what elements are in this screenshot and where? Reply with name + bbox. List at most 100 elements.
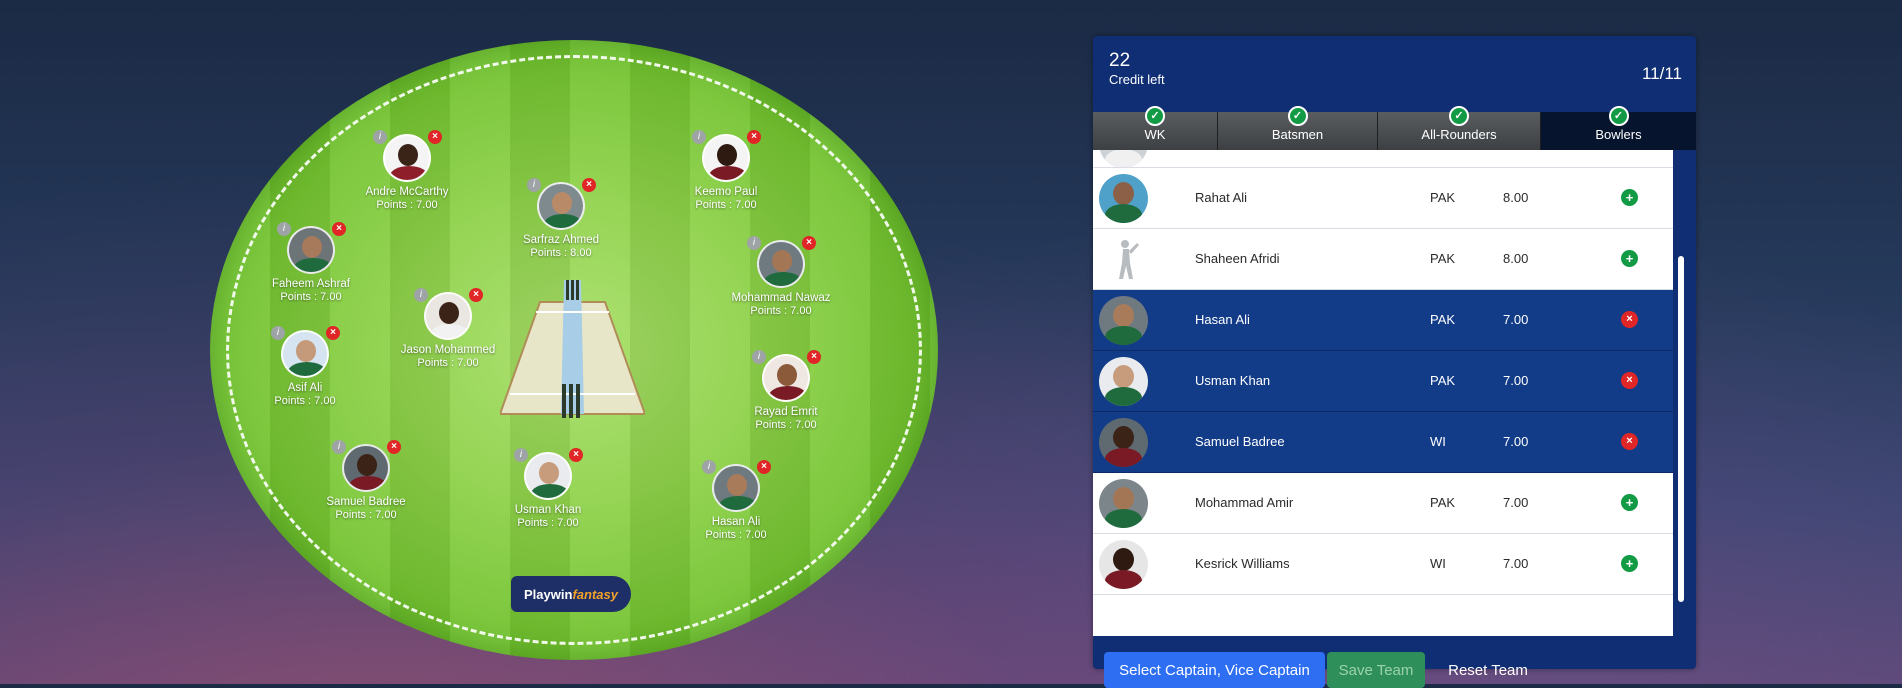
info-icon[interactable]: i (702, 460, 716, 474)
bowler-list: Rahat Ali PAK 8.00 + Shaheen Afridi PAK … (1093, 150, 1673, 636)
info-icon[interactable]: i (514, 448, 528, 462)
player-name: Rahat Ali (1195, 190, 1248, 205)
remove-icon[interactable]: × (469, 288, 483, 302)
role-tabs: ✓ WK ✓ Batsmen ✓ All-Rounders ✓ Bowlers (1093, 106, 1696, 150)
info-icon[interactable]: i (527, 178, 541, 192)
add-player-icon[interactable]: + (1621, 250, 1638, 267)
info-icon[interactable]: i (747, 236, 761, 250)
tab-wk[interactable]: ✓ WK (1093, 106, 1218, 150)
player-avatar (524, 452, 572, 500)
remove-player-icon[interactable]: × (1621, 433, 1638, 450)
remove-player-icon[interactable]: × (1621, 311, 1638, 328)
info-icon[interactable]: i (332, 440, 346, 454)
player-name: Shaheen Afridi (1195, 251, 1280, 266)
check-icon: ✓ (1449, 106, 1469, 126)
tab-label: Batsmen (1271, 127, 1324, 142)
field-player[interactable]: i × Asif Ali Points : 7.00 (235, 326, 375, 408)
tab-label: WK (1144, 127, 1166, 142)
list-item-partial (1093, 150, 1673, 168)
field-player[interactable]: i × Jason Mohammed Points : 7.00 (378, 288, 518, 370)
player-points: Points : 7.00 (755, 419, 817, 431)
player-points: Points : 7.00 (517, 517, 579, 529)
player-name: Usman Khan (514, 504, 582, 516)
player-team: PAK (1430, 373, 1456, 388)
remove-icon[interactable]: × (757, 460, 771, 474)
remove-icon[interactable]: × (387, 440, 401, 454)
player-avatar (1099, 150, 1148, 167)
remove-icon[interactable]: × (428, 130, 442, 144)
reset-team-button[interactable]: Reset Team (1433, 652, 1543, 688)
player-avatar (1099, 174, 1148, 223)
player-team: PAK (1430, 312, 1456, 327)
remove-player-icon[interactable]: × (1621, 372, 1638, 389)
player-points: Points : 7.00 (280, 291, 342, 303)
list-item[interactable]: Kesrick Williams WI 7.00 + (1093, 534, 1673, 595)
player-name: Sarfraz Ahmed (522, 234, 600, 246)
player-name: Rayad Emrit (754, 406, 818, 418)
player-team: PAK (1430, 251, 1456, 266)
add-player-icon[interactable]: + (1621, 189, 1638, 206)
check-icon: ✓ (1145, 106, 1165, 126)
list-item[interactable]: Mohammad Amir PAK 7.00 + (1093, 473, 1673, 534)
player-avatar (1099, 296, 1148, 345)
player-team: PAK (1430, 190, 1456, 205)
field-player[interactable]: i × Hasan Ali Points : 7.00 (666, 460, 806, 542)
field-player[interactable]: i × Faheem Ashraf Points : 7.00 (241, 222, 381, 304)
scrollbar-thumb[interactable] (1678, 256, 1684, 602)
list-item[interactable]: Samuel Badree WI 7.00 × (1093, 412, 1673, 473)
select-captain-button[interactable]: Select Captain, Vice Captain (1104, 652, 1325, 688)
player-team: WI (1430, 556, 1446, 571)
remove-icon[interactable]: × (747, 130, 761, 144)
info-icon[interactable]: i (373, 130, 387, 144)
list-scrollbar[interactable] (1678, 150, 1688, 636)
field-player[interactable]: i × Andre McCarthy Points : 7.00 (337, 130, 477, 212)
list-item[interactable]: Hasan Ali PAK 7.00 × (1093, 290, 1673, 351)
player-name: Faheem Ashraf (272, 278, 350, 290)
info-icon[interactable]: i (414, 288, 428, 302)
remove-icon[interactable]: × (332, 222, 346, 236)
save-team-button[interactable]: Save Team (1327, 652, 1425, 688)
player-points: Points : 7.00 (750, 305, 812, 317)
field-player[interactable]: i × Samuel Badree Points : 7.00 (296, 440, 436, 522)
info-icon[interactable]: i (271, 326, 285, 340)
add-player-icon[interactable]: + (1621, 494, 1638, 511)
player-name: Usman Khan (1195, 373, 1271, 388)
credit-left-value: 22 (1109, 50, 1131, 71)
field-player[interactable]: i × Mohammad Nawaz Points : 7.00 (711, 236, 851, 318)
player-credit: 7.00 (1503, 312, 1529, 327)
remove-icon[interactable]: × (326, 326, 340, 340)
player-avatar (1099, 479, 1148, 528)
field-player[interactable]: i × Usman Khan Points : 7.00 (478, 448, 618, 530)
remove-icon[interactable]: × (807, 350, 821, 364)
field-player[interactable]: i × Keemo Paul Points : 7.00 (656, 130, 796, 212)
field-player[interactable]: i × Rayad Emrit Points : 7.00 (716, 350, 856, 432)
remove-icon[interactable]: × (582, 178, 596, 192)
info-icon[interactable]: i (692, 130, 706, 144)
pitch-graphic (500, 280, 645, 418)
player-credit: 7.00 (1503, 556, 1529, 571)
player-points: Points : 7.00 (376, 199, 438, 211)
remove-icon[interactable]: × (802, 236, 816, 250)
player-avatar (287, 226, 335, 274)
list-item[interactable]: Rahat Ali PAK 8.00 + (1093, 168, 1673, 229)
info-icon[interactable]: i (277, 222, 291, 236)
add-player-icon[interactable]: + (1621, 555, 1638, 572)
list-item[interactable]: Usman Khan PAK 7.00 × (1093, 351, 1673, 412)
tab-batsmen[interactable]: ✓ Batsmen (1218, 106, 1378, 150)
field-player[interactable]: i × Sarfraz Ahmed Points : 8.00 (491, 178, 631, 260)
player-name: Keemo Paul (694, 186, 758, 198)
player-credit: 7.00 (1503, 434, 1529, 449)
info-icon[interactable]: i (752, 350, 766, 364)
player-name: Mohammad Amir (1195, 495, 1294, 510)
player-points: Points : 7.00 (274, 395, 336, 407)
player-name: Kesrick Williams (1195, 556, 1290, 571)
tab-all-rounders[interactable]: ✓ All-Rounders (1378, 106, 1541, 150)
list-item[interactable]: Shaheen Afridi PAK 8.00 + (1093, 229, 1673, 290)
player-avatar (383, 134, 431, 182)
player-name: Hasan Ali (1195, 312, 1250, 327)
player-name: Samuel Badree (326, 496, 406, 508)
tab-bowlers[interactable]: ✓ Bowlers (1541, 106, 1696, 150)
team-panel: 22 Credit left 11/11 ✓ WK ✓ Batsmen ✓ Al… (1093, 36, 1696, 688)
player-silhouette-icon (1099, 235, 1148, 284)
remove-icon[interactable]: × (569, 448, 583, 462)
